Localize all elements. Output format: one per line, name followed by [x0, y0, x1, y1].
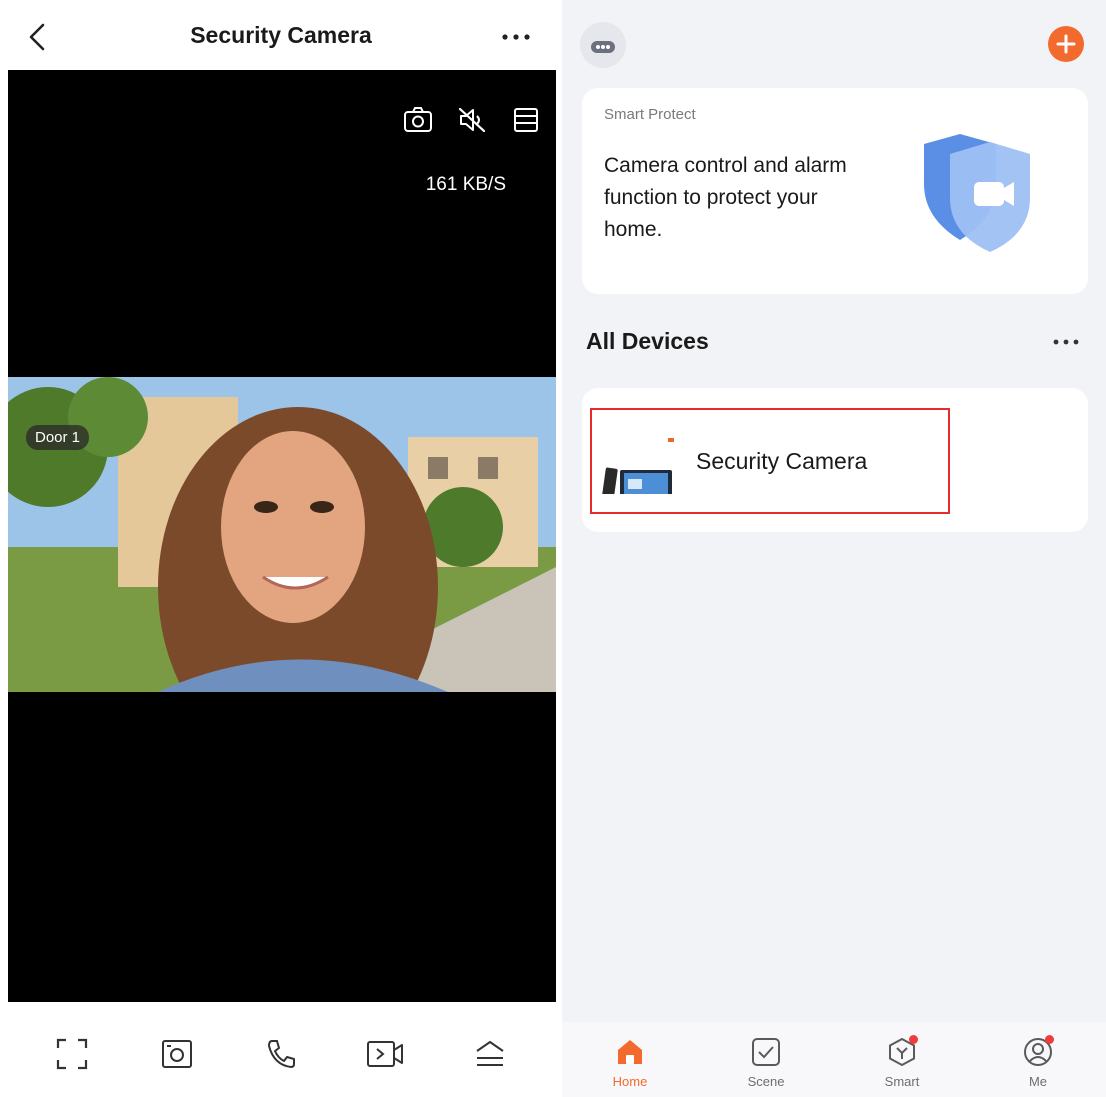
tab-scene[interactable]: Scene	[721, 1034, 811, 1089]
live-view-toolbar	[0, 1010, 562, 1097]
notification-badge	[1045, 1035, 1054, 1044]
smart-protect-card[interactable]: Smart Protect Camera control and alarm f…	[582, 88, 1088, 294]
layout-icon	[514, 108, 538, 132]
video-overlay-controls	[402, 104, 542, 136]
more-horizontal-icon	[502, 34, 530, 40]
record-icon	[367, 1040, 404, 1067]
door-camera-icon	[602, 438, 674, 494]
camera-feed-image	[8, 377, 556, 692]
tab-label: Smart	[884, 1074, 920, 1089]
page-title: Security Camera	[190, 22, 372, 48]
call-icon	[267, 1039, 295, 1068]
shield-camera-icon	[924, 134, 1030, 252]
plus-icon	[1056, 34, 1076, 54]
device-name: Security Camera	[696, 448, 868, 474]
snapshot-icon	[404, 107, 432, 132]
tab-label: Home	[612, 1074, 648, 1089]
bitrate-readout: 161 KB/S	[425, 174, 506, 195]
more-options-button[interactable]	[496, 24, 536, 50]
devices-more-button[interactable]	[1048, 330, 1084, 354]
mute-icon	[458, 107, 486, 133]
promo-text: Camera control and alarm function to pro…	[604, 154, 847, 241]
promo-subtitle: Smart Protect	[604, 106, 696, 123]
tab-home[interactable]: Home	[585, 1034, 675, 1089]
live-view-header: Security Camera	[0, 0, 562, 70]
fullscreen-button[interactable]	[50, 1032, 94, 1076]
camera-feed-illustration	[8, 377, 556, 692]
fullscreen-icon	[57, 1038, 88, 1069]
call-button[interactable]	[259, 1032, 303, 1076]
camera-channel-label: Door 1	[26, 425, 90, 450]
all-devices-heading: All Devices	[586, 328, 709, 354]
record-button[interactable]	[363, 1032, 407, 1076]
tab-label: Me	[1028, 1074, 1048, 1089]
bottom-tab-bar: Home Scene Smart Me	[562, 1022, 1106, 1097]
add-device-button[interactable]	[1048, 26, 1084, 62]
tab-smart[interactable]: Smart	[857, 1034, 947, 1089]
camera-live-view-screen: Security Camera 161 KB/S Door 1	[0, 0, 562, 1097]
back-button[interactable]	[20, 18, 54, 56]
collapse-icon	[476, 1040, 504, 1066]
tab-label: Scene	[747, 1074, 785, 1089]
snapshot-button[interactable]	[402, 104, 434, 136]
chevron-left-icon	[29, 23, 45, 51]
collapse-button[interactable]	[468, 1032, 512, 1076]
tab-me[interactable]: Me	[993, 1034, 1083, 1089]
more-horizontal-icon	[1053, 339, 1079, 345]
layout-button[interactable]	[510, 104, 542, 136]
home-avatar-button[interactable]	[580, 22, 626, 68]
video-stream[interactable]: 161 KB/S Door 1	[8, 70, 556, 1002]
scene-check-icon	[752, 1038, 780, 1066]
notification-badge	[909, 1035, 918, 1044]
home-avatar-icon	[591, 41, 615, 53]
screenshot-button[interactable]	[155, 1032, 199, 1076]
mute-button[interactable]	[456, 104, 488, 136]
device-list: Security Camera	[582, 388, 1088, 532]
device-item[interactable]: Security Camera	[590, 408, 950, 514]
home-icon	[618, 1040, 642, 1064]
screenshot-icon	[161, 1039, 192, 1068]
home-screen: Smart Protect Camera control and alarm f…	[562, 0, 1106, 1097]
